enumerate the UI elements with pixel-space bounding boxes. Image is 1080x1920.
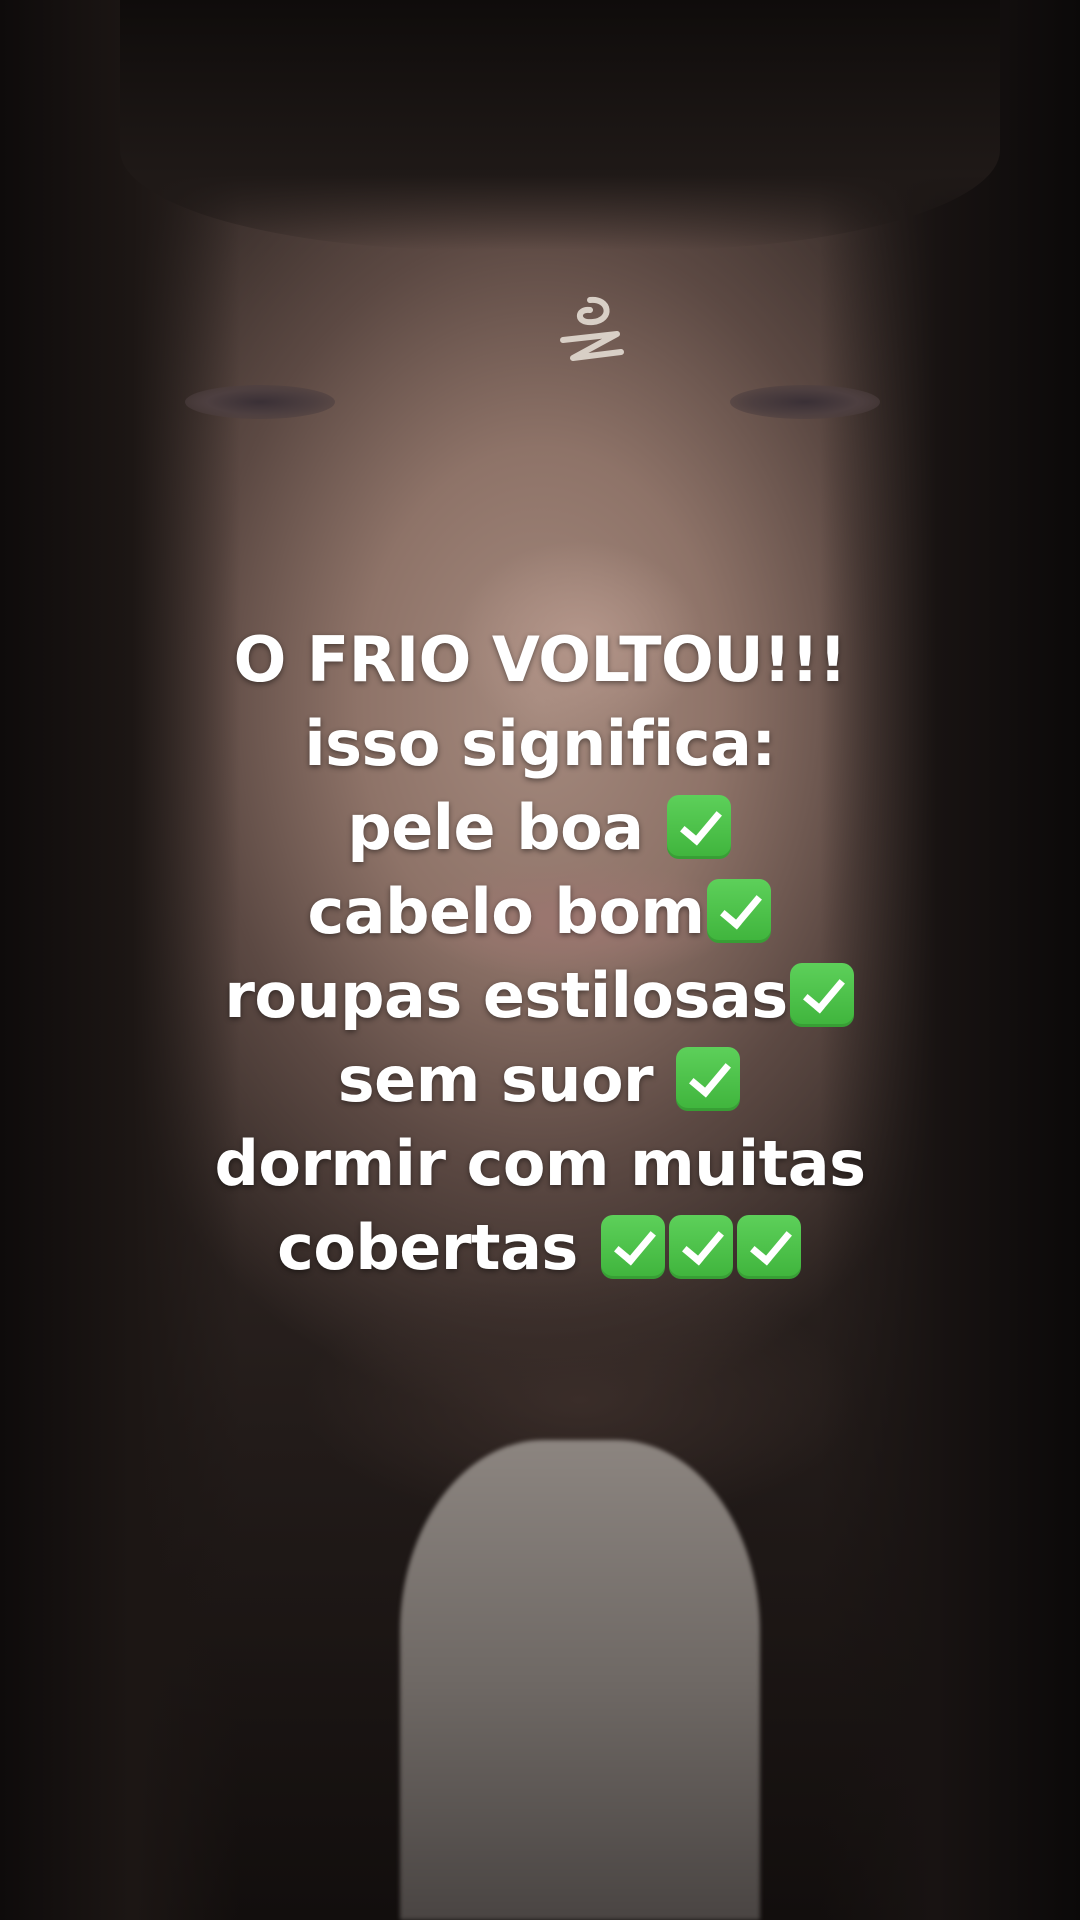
caption-line-sweat: sem suor xyxy=(60,1038,1020,1122)
caption-overlay: O FRIO VOLTOU!!! isso significa: pele bo… xyxy=(60,618,1020,1290)
eye-left xyxy=(185,385,335,419)
check-mark-icon xyxy=(736,1215,801,1279)
caption-line-sleep: dormir com muitas xyxy=(214,1127,866,1200)
hair-bangs xyxy=(120,0,1000,250)
caption-line-skin: pele boa xyxy=(60,786,1020,870)
check-mark-icon xyxy=(676,1047,741,1111)
video-frame: O FRIO VOLTOU!!! isso significa: pele bo… xyxy=(0,0,1080,1920)
caption-line-hair: cabelo bom xyxy=(60,870,1020,954)
caption-line-subtitle: isso significa: xyxy=(304,707,776,780)
white-shirt xyxy=(400,1440,760,1920)
caption-line-blankets: cobertas xyxy=(60,1206,1020,1290)
forehead-piercing xyxy=(560,296,624,361)
check-mark-icon xyxy=(789,963,854,1027)
check-mark-icon xyxy=(706,879,771,943)
check-mark-icon xyxy=(666,795,731,859)
caption-line-title: O FRIO VOLTOU!!! xyxy=(233,623,847,696)
eye-right xyxy=(730,385,880,419)
check-mark-icon xyxy=(668,1215,733,1279)
caption-line-clothes: roupas estilosas xyxy=(60,954,1020,1038)
check-mark-icon xyxy=(600,1215,665,1279)
